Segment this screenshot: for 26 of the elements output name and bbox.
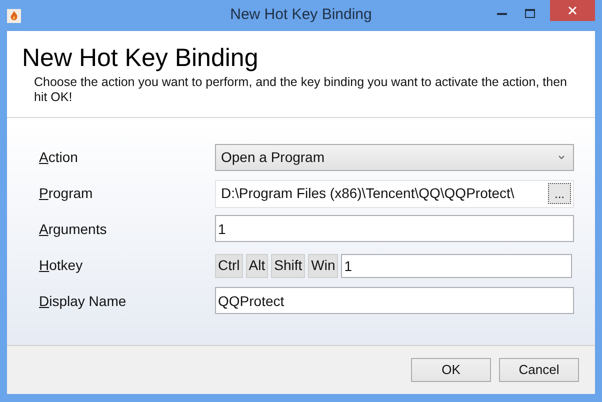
cancel-button[interactable]: Cancel	[499, 358, 579, 382]
dialog-description: Choose the action you want to perform, and the key binding you want to activate the action, then hit OK!	[34, 75, 568, 105]
action-dropdown[interactable]: Open a Program	[215, 144, 574, 171]
browse-button[interactable]: ...	[548, 183, 571, 204]
field-label: Hotkey	[39, 256, 84, 275]
field-label: Display Name	[39, 292, 128, 311]
window-title: New Hot Key Binding	[230, 5, 372, 26]
field-label: Program	[39, 184, 94, 203]
hotkey-field[interactable]: 1	[341, 254, 572, 278]
text-field[interactable]: QQProtect	[215, 287, 574, 314]
chevron-down-icon	[558, 155, 565, 160]
field-label: Action	[39, 148, 79, 167]
close-button[interactable]	[550, 0, 595, 21]
modifier-key-button[interactable]: Ctrl	[215, 254, 243, 278]
program-path-field[interactable]: D:\Program Files (x86)\Tencent\QQ\QQProtect\ ...	[215, 180, 574, 208]
dialog-heading: New Hot Key Binding	[22, 43, 260, 73]
field-label: Arguments	[39, 220, 108, 239]
modifier-key-button[interactable]: Shift	[271, 254, 306, 278]
close-icon	[568, 6, 577, 15]
app-icon	[7, 8, 21, 22]
ok-button[interactable]: OK	[411, 358, 491, 382]
maximize-icon[interactable]	[525, 9, 535, 18]
minimize-icon[interactable]	[497, 13, 507, 16]
text-field[interactable]: 1	[215, 215, 574, 242]
modifier-key-button[interactable]: Win	[308, 254, 338, 278]
modifier-key-button[interactable]: Alt	[246, 254, 268, 278]
